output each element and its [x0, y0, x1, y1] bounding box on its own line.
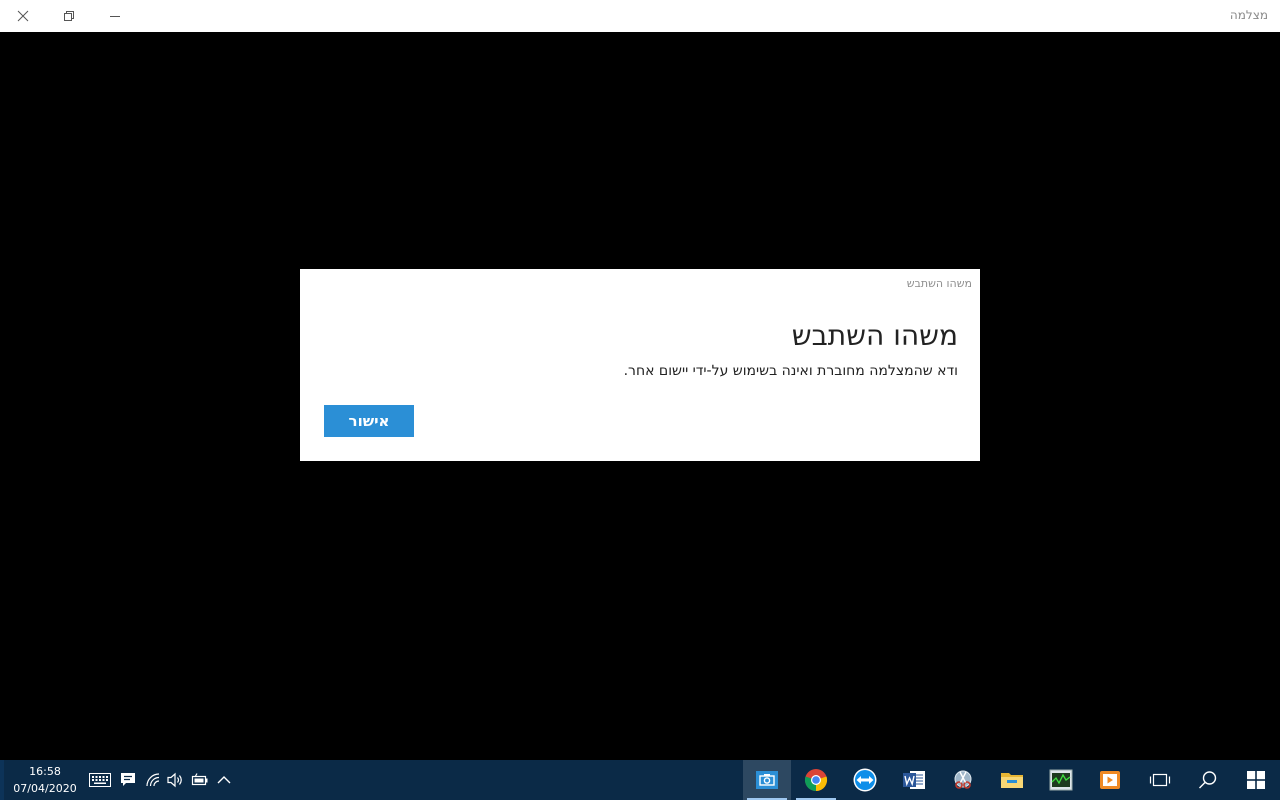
dialog-message: ודא שהמצלמה מחוברת ואינה בשימוש על-ידי י… — [623, 363, 958, 379]
teamviewer-icon — [853, 768, 877, 792]
keyboard-icon[interactable] — [88, 770, 112, 790]
error-dialog: משהו השתבש משהו השתבש ודא שהמצלמה מחוברת… — [300, 269, 980, 461]
taskbar: 16:58 07/04/2020 — [0, 760, 1280, 800]
search-button[interactable] — [1184, 760, 1232, 800]
minimize-button[interactable] — [92, 0, 138, 32]
chrome-icon — [804, 769, 828, 792]
restore-icon — [64, 11, 74, 21]
show-desktop-button[interactable] — [0, 760, 4, 800]
taskbar-app-camera[interactable] — [743, 760, 791, 800]
clock[interactable]: 16:58 07/04/2020 — [8, 763, 82, 797]
taskbar-app-teamviewer[interactable] — [841, 760, 889, 800]
title-bar: מצלמה — [0, 0, 1280, 32]
taskbar-app-chrome[interactable] — [792, 760, 840, 800]
clock-time: 16:58 — [29, 765, 61, 778]
taskbar-app-snipping[interactable] — [939, 760, 987, 800]
volume-icon[interactable] — [166, 770, 186, 790]
taskbar-app-task-manager[interactable] — [1037, 760, 1085, 800]
taskbar-app-word[interactable] — [890, 760, 938, 800]
camera-icon — [756, 771, 778, 789]
task-view-button[interactable] — [1136, 760, 1184, 800]
media-player-icon — [1100, 771, 1120, 789]
file-explorer-icon — [1001, 773, 1023, 788]
snipping-tool-icon — [954, 770, 972, 789]
windows-start-icon — [1247, 771, 1265, 789]
task-view-icon — [1149, 773, 1171, 787]
close-button[interactable] — [0, 0, 46, 32]
ok-button[interactable]: אישור — [324, 405, 414, 437]
notification-icon[interactable] — [118, 770, 138, 790]
chevron-up-icon[interactable] — [214, 770, 234, 790]
search-icon — [1199, 771, 1217, 789]
start-button[interactable] — [1232, 760, 1280, 800]
window-title: מצלמה — [1229, 8, 1268, 22]
dialog-heading: משהו השתבש — [791, 319, 958, 352]
wifi-icon[interactable] — [144, 770, 162, 790]
restore-button[interactable] — [46, 0, 92, 32]
taskbar-app-explorer[interactable] — [988, 760, 1036, 800]
task-manager-icon — [1049, 769, 1073, 791]
word-icon — [903, 771, 925, 789]
taskbar-app-media[interactable] — [1086, 760, 1134, 800]
battery-icon[interactable] — [190, 770, 210, 790]
close-icon — [17, 10, 29, 22]
clock-date: 07/04/2020 — [13, 782, 77, 795]
dialog-caption: משהו השתבש — [906, 277, 972, 290]
minimize-icon — [110, 16, 120, 17]
